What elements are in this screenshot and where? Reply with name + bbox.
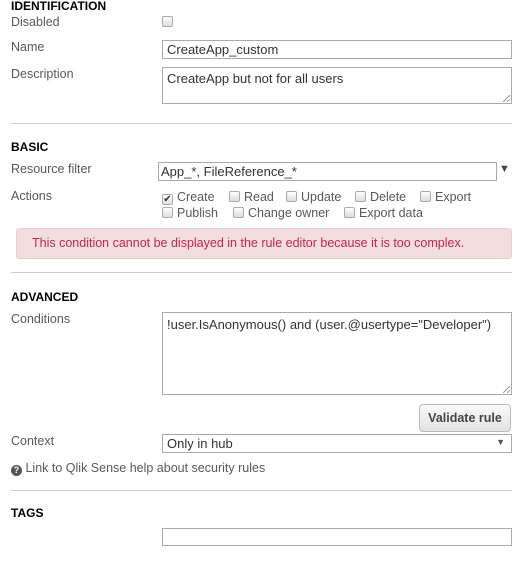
name-label: Name — [11, 40, 45, 54]
section-tags-heading: TAGS — [11, 506, 44, 520]
action-label: Create — [177, 190, 215, 204]
context-label: Context — [11, 434, 55, 448]
conditions-text: !user.IsAnonymous() and (user.@usertype=… — [167, 317, 492, 332]
checkbox-icon[interactable] — [233, 207, 244, 218]
checkbox-icon[interactable] — [344, 207, 355, 218]
conditions-label: Conditions — [11, 312, 71, 326]
validate-rule-button[interactable]: Validate rule — [419, 404, 511, 432]
section-advanced-heading: ADVANCED — [11, 290, 79, 304]
help-icon: ? — [11, 465, 22, 476]
resource-filter-label: Resource filter — [11, 162, 92, 176]
checkbox-icon[interactable] — [162, 207, 173, 218]
action-label: Update — [301, 190, 342, 204]
conditions-textarea[interactable]: !user.IsAnonymous() and (user.@usertype=… — [162, 312, 512, 395]
error-alert: This condition cannot be displayed in th… — [16, 228, 512, 259]
action-delete[interactable]: Delete — [355, 190, 406, 204]
checkbox-icon[interactable] — [420, 191, 431, 202]
action-label: Change owner — [248, 206, 330, 220]
disabled-checkbox[interactable] — [162, 16, 173, 27]
section-identification-heading: IDENTIFICATION — [11, 0, 107, 13]
action-publish[interactable]: Publish — [162, 206, 218, 220]
tags-input[interactable] — [162, 528, 512, 546]
checkbox-icon[interactable] — [355, 191, 366, 202]
section-basic-heading: BASIC — [11, 140, 49, 154]
action-label: Publish — [177, 206, 218, 220]
checkbox-icon[interactable] — [286, 191, 297, 202]
name-input[interactable]: CreateApp_custom — [162, 40, 512, 59]
action-label: Read — [244, 190, 274, 204]
action-change-owner[interactable]: Change owner — [233, 206, 329, 220]
resize-grip-icon[interactable] — [503, 386, 510, 393]
action-label: Export — [435, 190, 472, 204]
actions-label: Actions — [11, 189, 52, 203]
help-link[interactable]: ? Link to Qlik Sense help about security… — [11, 461, 265, 476]
disabled-label: Disabled — [11, 15, 60, 29]
resize-grip-icon[interactable] — [503, 95, 510, 102]
dropdown-arrow-icon[interactable]: ▼ — [499, 163, 510, 175]
action-label: Export data — [359, 206, 423, 220]
action-export[interactable]: Export — [420, 190, 471, 204]
divider — [11, 490, 512, 491]
resource-filter-input[interactable]: App_*, FileReference_* — [158, 162, 497, 181]
action-read[interactable]: Read — [229, 190, 274, 204]
context-select[interactable]: Only in hub ▼ — [162, 434, 512, 453]
description-text: CreateApp but not for all users — [167, 71, 344, 86]
action-label: Delete — [370, 190, 407, 204]
divider — [11, 272, 512, 273]
description-label: Description — [11, 67, 74, 81]
divider — [11, 123, 512, 124]
checkbox-checked-icon[interactable]: ✔ — [162, 194, 173, 205]
action-export-data[interactable]: Export data — [344, 206, 423, 220]
checkbox-icon[interactable] — [229, 191, 240, 202]
chevron-down-icon: ▼ — [496, 437, 505, 447]
action-update[interactable]: Update — [286, 190, 341, 204]
context-value: Only in hub — [167, 436, 233, 451]
action-create[interactable]: ✔ Create — [162, 190, 215, 205]
description-textarea[interactable]: CreateApp but not for all users — [162, 67, 512, 104]
help-link-text[interactable]: Link to Qlik Sense help about security r… — [25, 461, 265, 475]
